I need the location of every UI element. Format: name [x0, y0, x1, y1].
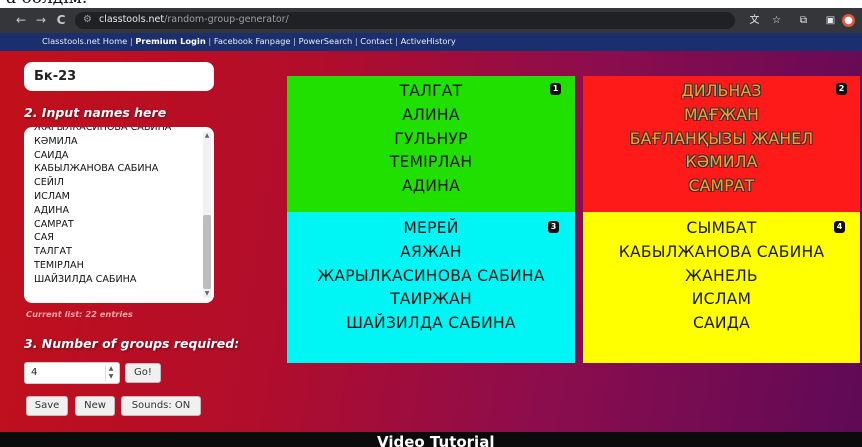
- group-card-4: 4 СЫМБАТ КАБЫЛЖАНОВА САБИНА ЖАНЕЛЬ ИСЛАМ…: [583, 212, 860, 363]
- scroll-up-icon[interactable]: ▲: [203, 132, 211, 140]
- names-list-item: САЯ: [34, 232, 54, 244]
- scroll-down-icon[interactable]: ▼: [203, 290, 211, 298]
- extensions-icon[interactable]: ⧉: [797, 14, 810, 27]
- group-names: ДИЛЬНАЗ МАҒЖАН БАҒЛАНҚЫЗЫ ЖАНЕЛ КӘМИЛА С…: [583, 80, 860, 199]
- group-member: АЛИНА: [402, 105, 460, 124]
- names-list: ЖАРЫЛКАСИНОВА САБИНА КӘМИЛА САИДА КАБЫЛЖАНО…: [34, 127, 171, 287]
- browser-toolbar: ← → C ⚙ classtools.net/random-group-gene…: [0, 8, 862, 33]
- group-name-input[interactable]: Бк-23: [24, 62, 214, 91]
- group-card-3: 3 МЕРЕЙ АЯЖАН ЖАРЫЛКАСИНОВА САБИНА ТАИРЖ…: [287, 212, 575, 363]
- names-list-item: ТАЛГАТ: [34, 246, 72, 258]
- group-member: КАБЫЛЖАНОВА САБИНА: [618, 242, 825, 261]
- site-settings-icon[interactable]: ⚙: [83, 14, 92, 25]
- forward-arrow-icon[interactable]: →: [34, 13, 48, 27]
- names-list-item: КАБЫЛЖАНОВА САБИНА: [34, 163, 159, 175]
- link-home[interactable]: Classtools.net Home: [42, 36, 127, 46]
- link-facebook[interactable]: Facebook Fanpage: [214, 36, 291, 46]
- group-names: МЕРЕЙ АЯЖАН ЖАРЫЛКАСИНОВА САБИНА ТАИРЖАН…: [287, 217, 575, 336]
- names-scroll-thumb[interactable]: [203, 215, 211, 289]
- names-list-item: АДИНА: [34, 204, 70, 216]
- group-member: САИДА: [692, 314, 751, 333]
- reload-icon[interactable]: C: [54, 13, 68, 27]
- group-member: ИСЛАМ: [691, 290, 752, 309]
- group-names: СЫМБАТ КАБЫЛЖАНОВА САБИНА ЖАНЕЛЬ ИСЛАМ С…: [583, 217, 860, 336]
- video-tutorial-label: Video Tutorial: [377, 433, 495, 447]
- link-powersearch[interactable]: PowerSearch: [299, 36, 353, 46]
- translate-icon[interactable]: 文: [748, 14, 761, 27]
- group-member: МАҒЖАН: [683, 105, 760, 124]
- video-tutorial-bar[interactable]: Video Tutorial: [0, 432, 862, 447]
- group-count-input[interactable]: 4 ▲ ▼: [24, 362, 120, 384]
- url-host: classtools.net: [99, 14, 165, 25]
- star-icon[interactable]: ☆: [770, 14, 783, 27]
- sounds-toggle-button[interactable]: Sounds: ON: [121, 396, 201, 416]
- step2-heading: 2. Input names here: [24, 105, 167, 120]
- group-member: ТЕМІРЛАН: [389, 153, 473, 172]
- group-card-2: 2 ДИЛЬНАЗ МАҒЖАН БАҒЛАНҚЫЗЫ ЖАНЕЛ КӘМИЛА…: [583, 76, 860, 216]
- group-member: ЖАНЕЛЬ: [685, 266, 758, 285]
- go-button[interactable]: Go!: [125, 363, 161, 383]
- save-button[interactable]: Save: [26, 396, 68, 416]
- link-activehistory[interactable]: ActiveHistory: [401, 36, 456, 46]
- group-member: ШАЙЗИЛДА САБИНА: [346, 314, 516, 333]
- caption-text: а бөлдім.: [6, 0, 87, 8]
- group-member: БАҒЛАНҚЫЗЫ ЖАНЕЛ: [629, 129, 814, 148]
- names-list-item: ШАЙЗИЛДА САБИНА: [34, 273, 137, 285]
- group-member: КӘМИЛА: [685, 153, 758, 172]
- names-textarea[interactable]: ЖАРЫЛКАСИНОВА САБИНА КӘМИЛА САИДА КАБЫЛЖАНО…: [24, 127, 214, 303]
- names-list-item: КӘМИЛА: [34, 135, 78, 147]
- names-list-item: САИДА: [34, 149, 69, 161]
- group-member: САМРАТ: [688, 177, 755, 196]
- group-card-1: 1 ТАЛГАТ АЛИНА ГУЛЬНУР ТЕМІРЛАН АДИНА: [287, 76, 575, 216]
- group-member: СЫМБАТ: [686, 219, 757, 237]
- top-links: Classtools.net Home | Premium Login | Fa…: [42, 36, 456, 46]
- page: Classtools.net Home | Premium Login | Fa…: [0, 33, 862, 447]
- link-premium-login[interactable]: Premium Login: [135, 36, 205, 46]
- names-list-item: ИСЛАМ: [34, 190, 70, 202]
- current-list-count: Current list: 22 entries: [26, 309, 133, 319]
- group-member: ДИЛЬНАЗ: [681, 82, 762, 100]
- stepper-icon[interactable]: ▲ ▼: [105, 365, 116, 381]
- names-list-item: САМРАТ: [34, 218, 74, 230]
- new-button[interactable]: New: [75, 396, 115, 416]
- group-member: АЯЖАН: [400, 242, 462, 261]
- group-member: ЖАРЫЛКАСИНОВА САБИНА: [317, 266, 545, 285]
- back-arrow-icon[interactable]: ←: [14, 13, 28, 27]
- url-path: /random-group-generator/: [164, 14, 289, 25]
- step3-heading: 3. Number of groups required:: [24, 336, 240, 351]
- group-names: ТАЛГАТ АЛИНА ГУЛЬНУР ТЕМІРЛАН АДИНА: [287, 80, 575, 199]
- sidebar-icon[interactable]: ▣: [824, 14, 837, 27]
- link-contact[interactable]: Contact: [360, 36, 392, 46]
- names-list-item: ТЕМІРЛАН: [34, 259, 84, 271]
- group-member: ТАЛГАТ: [399, 82, 463, 100]
- group-member: ГУЛЬНУР: [394, 129, 468, 148]
- group-count-value: 4: [31, 367, 38, 378]
- profile-icon[interactable]: ●: [842, 14, 855, 27]
- url-text: classtools.net/random-group-generator/: [99, 14, 289, 25]
- group-member: ТАИРЖАН: [390, 290, 472, 309]
- address-bar[interactable]: ⚙ classtools.net/random-group-generator/: [75, 12, 735, 29]
- top-links-bar: Classtools.net Home | Premium Login | Fa…: [0, 33, 862, 51]
- group-member: АДИНА: [402, 177, 460, 196]
- group-member: МЕРЕЙ: [403, 219, 459, 237]
- names-list-item: ЖАРЫЛКАСИНОВА САБИНА: [34, 127, 172, 133]
- caption-strip: а бөлдім.: [0, 0, 862, 8]
- names-list-item: СЕЙІЛ: [34, 177, 64, 189]
